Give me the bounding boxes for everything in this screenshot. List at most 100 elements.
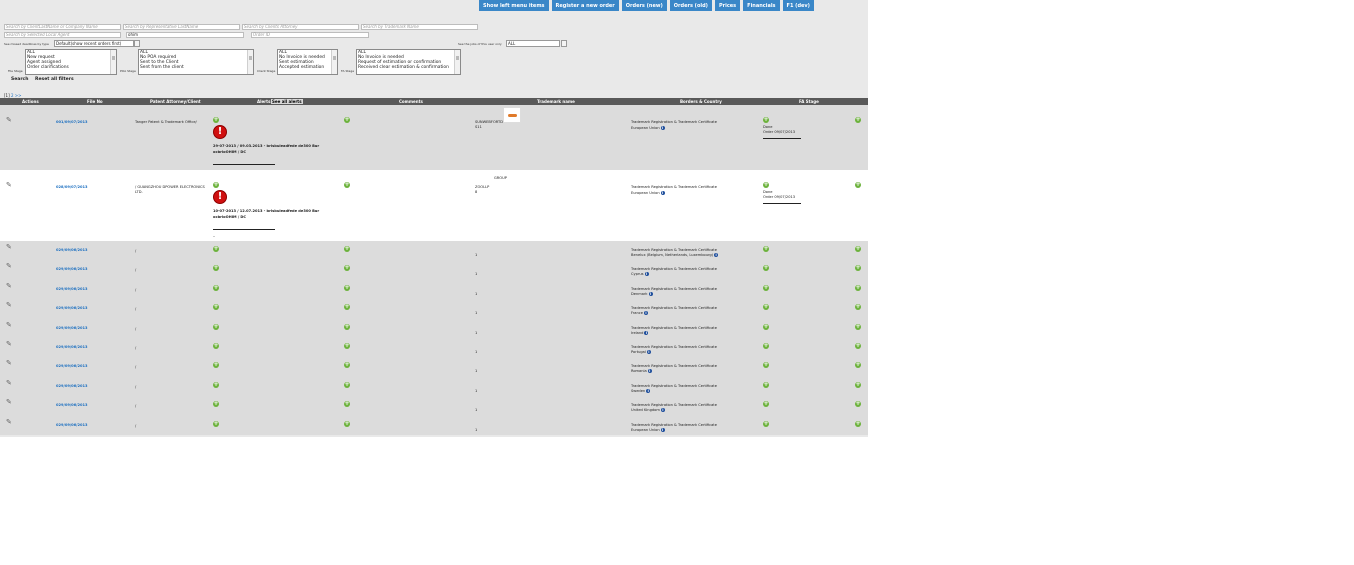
file-number-link[interactable]: 029/09/06/2013 xyxy=(56,423,87,427)
register-order-button[interactable]: Register a new order xyxy=(551,0,619,11)
deadline-select[interactable]: Default(show recent orders first) xyxy=(54,40,134,47)
edit-icon[interactable]: ✎ xyxy=(6,262,12,270)
add-comment-icon[interactable]: + xyxy=(344,304,350,311)
client-stage-option[interactable]: Accepted estimation xyxy=(278,65,337,70)
add-alert-icon[interactable]: + xyxy=(213,323,219,330)
table-row[interactable]: ✎ 029/09/06/2013 / + +1 Trademark Registratio… xyxy=(0,357,868,377)
add-stage-icon[interactable]: + xyxy=(855,304,861,311)
info-icon[interactable]: i xyxy=(660,427,665,432)
edit-icon[interactable]: ✎ xyxy=(6,418,12,426)
add-fa-icon[interactable]: + xyxy=(763,246,769,252)
add-comment-icon[interactable]: + xyxy=(344,246,350,252)
info-icon[interactable]: i xyxy=(660,191,665,195)
poa-stage-option[interactable]: Sent from the client xyxy=(139,65,253,70)
file-stage-scrollbar[interactable] xyxy=(110,50,116,74)
orders-new-button[interactable]: Orders (new) xyxy=(621,0,667,11)
info-icon[interactable]: i xyxy=(648,291,653,296)
attorney-search-input[interactable]: Search by Clients Attorney xyxy=(242,24,359,30)
jobs-user-select-arrow[interactable] xyxy=(561,40,567,47)
edit-icon[interactable]: ✎ xyxy=(6,282,12,290)
info-icon[interactable]: i xyxy=(646,388,651,393)
jobs-user-select[interactable]: ALL xyxy=(506,40,560,47)
reset-filters-button[interactable]: Reset all filters xyxy=(35,77,74,82)
add-stage-icon[interactable]: + xyxy=(855,117,861,123)
file-number-link[interactable]: 029/09/06/2013 xyxy=(56,248,87,252)
add-stage-icon[interactable]: + xyxy=(855,420,861,427)
representative-search-input[interactable]: Search by Representative LastName xyxy=(123,24,240,30)
fa-stage-option[interactable]: Received clear estimation & confirmation xyxy=(357,65,460,70)
info-icon[interactable]: i xyxy=(647,369,652,374)
info-icon[interactable]: i xyxy=(660,126,665,130)
table-row[interactable]: ✎ 029/09/06/2013 / + +1 Trademark Registratio… xyxy=(0,260,868,280)
add-alert-icon[interactable]: + xyxy=(213,246,219,252)
local-agent-search-input[interactable]: Search by Selected Local Agent xyxy=(4,32,121,38)
add-stage-icon[interactable]: + xyxy=(855,323,861,330)
edit-icon[interactable]: ✎ xyxy=(6,116,12,124)
add-stage-icon[interactable]: + xyxy=(855,182,861,188)
edit-icon[interactable]: ✎ xyxy=(6,359,12,367)
add-comment-icon[interactable]: + xyxy=(344,343,350,349)
poa-stage-scrollbar[interactable] xyxy=(247,50,253,74)
add-comment-icon[interactable]: + xyxy=(344,362,350,369)
add-stage-icon[interactable]: + xyxy=(855,362,861,369)
table-row[interactable]: ✎ 029/09/06/2013 / + +1 Trademark Registratio… xyxy=(0,396,868,416)
add-fa-icon[interactable]: + xyxy=(763,265,769,272)
table-row[interactable]: ✎ 001/09/07/2013 Tanger Patent & Tradema… xyxy=(0,105,868,170)
order-id-input[interactable]: Order ID xyxy=(251,32,369,38)
table-row[interactable]: ✎ 029/09/06/2013 / + +1 Trademark Registratio… xyxy=(0,299,868,319)
add-alert-icon[interactable]: + xyxy=(213,401,219,408)
edit-icon[interactable]: ✎ xyxy=(6,301,12,309)
file-number-link[interactable]: 029/09/06/2013 xyxy=(56,287,87,291)
f1-dev-button[interactable]: F1 (dev) xyxy=(782,0,814,11)
poa-stage-listbox[interactable]: ALL No POA required Sent to the Client S… xyxy=(138,49,254,75)
trademark-search-input[interactable]: Search by Trademark Name xyxy=(361,24,478,30)
table-row[interactable]: ✎ 029/09/06/2013 / + +1 Trademark Registratio… xyxy=(0,279,868,300)
client-stage-scrollbar[interactable] xyxy=(331,50,337,74)
add-fa-icon[interactable]: + xyxy=(763,381,769,388)
add-stage-icon[interactable]: + xyxy=(855,401,861,408)
add-fa-icon[interactable]: + xyxy=(763,117,769,123)
edit-icon[interactable]: ✎ xyxy=(6,243,12,251)
table-row[interactable]: ✎ 029/09/06/2013 / + +1 Trademark Registratio… xyxy=(0,241,868,261)
file-stage-option[interactable]: Order clarifications xyxy=(26,65,116,70)
info-icon[interactable]: i xyxy=(646,350,651,354)
file-number-link[interactable]: 029/09/06/2013 xyxy=(56,384,87,388)
file-number-link[interactable]: 029/09/06/2013 xyxy=(56,345,87,349)
edit-icon[interactable]: ✎ xyxy=(6,398,12,406)
add-comment-icon[interactable]: + xyxy=(344,323,350,330)
add-comment-icon[interactable]: + xyxy=(344,117,350,123)
info-icon[interactable]: i xyxy=(644,272,649,277)
file-number-link[interactable]: 029/09/06/2013 xyxy=(56,403,87,407)
add-comment-icon[interactable]: + xyxy=(344,182,350,188)
info-icon[interactable]: i xyxy=(660,408,665,413)
add-stage-icon[interactable]: + xyxy=(855,284,861,291)
orders-old-button[interactable]: Orders (old) xyxy=(669,0,712,11)
file-number-link[interactable]: 029/09/06/2013 xyxy=(56,267,87,271)
client-search-input[interactable]: Search by ClientLastName or Company Name xyxy=(4,24,121,30)
add-alert-icon[interactable]: + xyxy=(213,362,219,369)
file-number-link[interactable]: 001/09/07/2013 xyxy=(56,120,87,124)
table-row[interactable]: ✎ 029/09/06/2013 / + +1 Trademark Registratio… xyxy=(0,415,868,435)
add-alert-icon[interactable]: + xyxy=(213,343,219,349)
table-row[interactable]: ✎ 029/09/06/2013 / + +1 Trademark Registratio… xyxy=(0,376,868,397)
add-stage-icon[interactable]: + xyxy=(855,265,861,272)
info-icon[interactable]: i xyxy=(643,311,648,316)
edit-icon[interactable]: ✎ xyxy=(6,181,12,189)
table-row[interactable]: ✎ 029/09/06/2013 / + +1 Trademark Registratio… xyxy=(0,318,868,338)
add-comment-icon[interactable]: + xyxy=(344,401,350,408)
deadline-select-arrow[interactable] xyxy=(134,40,140,47)
add-fa-icon[interactable]: + xyxy=(763,362,769,369)
add-fa-icon[interactable]: + xyxy=(763,323,769,330)
add-alert-icon[interactable]: + xyxy=(213,304,219,311)
file-number-link[interactable]: 029/09/06/2013 xyxy=(56,326,87,330)
file-stage-listbox[interactable]: ALL New request Agent assigned Order cla… xyxy=(25,49,117,75)
show-left-menu-button[interactable]: Show left menu items xyxy=(479,0,549,11)
add-alert-icon[interactable]: + xyxy=(213,117,219,123)
edit-icon[interactable]: ✎ xyxy=(6,321,12,329)
table-row[interactable]: ✎ 028/09/07/2013 / GUANGZHOU DPOWER ELEC… xyxy=(0,170,868,241)
add-alert-icon[interactable]: + xyxy=(213,381,219,388)
add-alert-icon[interactable]: + xyxy=(213,284,219,291)
add-comment-icon[interactable]: + xyxy=(344,420,350,427)
fa-stage-scrollbar[interactable] xyxy=(454,50,460,74)
add-fa-icon[interactable]: + xyxy=(763,343,769,349)
